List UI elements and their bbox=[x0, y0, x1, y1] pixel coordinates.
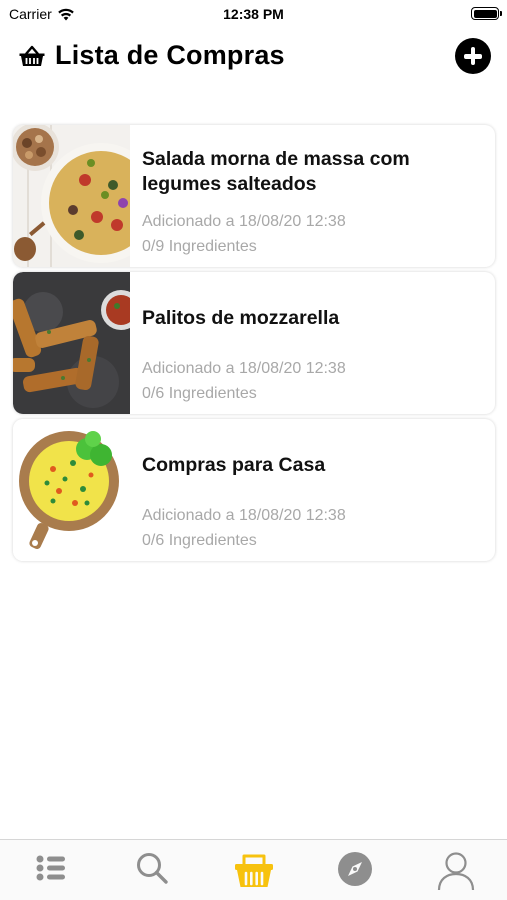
food-plate-illustration bbox=[13, 419, 130, 561]
tab-search[interactable] bbox=[101, 840, 202, 900]
add-list-button[interactable] bbox=[455, 38, 491, 74]
list-ingredients-count: 0/9 Ingredientes bbox=[142, 238, 257, 255]
list-item[interactable]: Palitos de mozzarella Adicionado a 18/08… bbox=[13, 272, 495, 414]
tab-shopping-list[interactable] bbox=[203, 840, 304, 900]
basket-icon bbox=[234, 854, 273, 887]
list-title: Palitos de mozzarella bbox=[142, 307, 340, 329]
list-title: Salada morna de massa com legumes saltea… bbox=[142, 148, 410, 195]
list-icon bbox=[36, 855, 65, 881]
shopping-lists: Salada morna de massa com legumes saltea… bbox=[13, 125, 495, 566]
compass-icon bbox=[337, 852, 372, 886]
list-date: Adicionado a 18/08/20 12:38 bbox=[142, 213, 346, 230]
pasta-salad-photo bbox=[13, 125, 130, 267]
basket-icon bbox=[19, 45, 45, 66]
list-date: Adicionado a 18/08/20 12:38 bbox=[142, 507, 346, 524]
tab-lists[interactable] bbox=[0, 840, 101, 900]
list-item[interactable]: Salada morna de massa com legumes saltea… bbox=[13, 125, 495, 267]
list-ingredients-count: 0/6 Ingredientes bbox=[142, 385, 257, 402]
list-title: Compras para Casa bbox=[142, 454, 326, 476]
tab-explore[interactable] bbox=[304, 840, 405, 900]
shopping-list-screen: Carrier 12:38 PM Lista de Compras Salada… bbox=[0, 0, 507, 900]
status-time: 12:38 PM bbox=[223, 6, 284, 22]
header: Lista de Compras bbox=[0, 36, 507, 80]
list-date: Adicionado a 18/08/20 12:38 bbox=[142, 360, 346, 377]
battery-icon bbox=[471, 7, 502, 20]
status-bar: Carrier 12:38 PM bbox=[0, 0, 507, 30]
tab-bar bbox=[0, 839, 507, 900]
tab-profile[interactable] bbox=[406, 840, 507, 900]
list-ingredients-count: 0/6 Ingredientes bbox=[142, 532, 257, 549]
search-icon bbox=[137, 853, 168, 884]
list-item[interactable]: Compras para Casa Adicionado a 18/08/20 … bbox=[13, 419, 495, 561]
mozzarella-sticks-photo bbox=[13, 272, 130, 414]
page-title: Lista de Compras bbox=[55, 40, 285, 70]
profile-icon bbox=[438, 852, 475, 891]
